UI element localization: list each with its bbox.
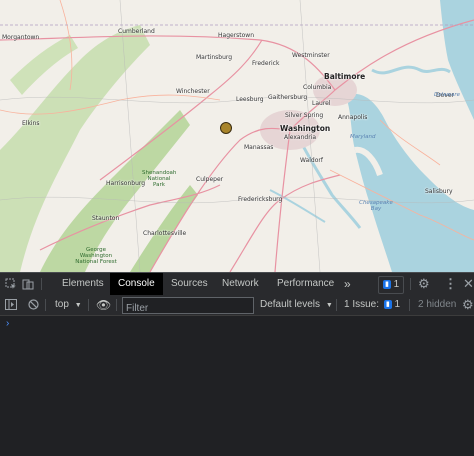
more-tabs-button[interactable]: » [344, 273, 351, 295]
issues-count: 1 [394, 299, 401, 310]
city-label: Cumberland [118, 28, 155, 35]
city-label: Leesburg [236, 96, 264, 103]
region-label: Delaware [434, 92, 461, 98]
close-icon[interactable]: ✕ [463, 273, 474, 295]
issues-counter[interactable]: ▮ 1 [378, 276, 405, 294]
city-label: Baltimore [324, 72, 366, 81]
city-label: Manassas [244, 144, 274, 151]
more-options-icon[interactable]: ⋮ [444, 273, 457, 295]
divider [409, 299, 410, 311]
divider [336, 299, 337, 311]
filter-box[interactable] [122, 297, 254, 316]
region-label: Maryland [350, 134, 376, 140]
map-view[interactable]: Morgantown Cumberland Hagerstown Martins… [0, 0, 474, 272]
issue-icon: ▮ [383, 299, 392, 309]
city-label: Washington [280, 124, 331, 133]
city-label: Elkins [22, 120, 40, 127]
divider [410, 278, 411, 290]
sidebar-toggle-icon[interactable] [5, 295, 17, 315]
park-label: Shenandoah National Park [142, 170, 177, 188]
divider [88, 299, 89, 311]
tab-sources[interactable]: Sources [171, 273, 208, 295]
console-prompt[interactable]: › [6, 318, 9, 329]
location-marker[interactable] [220, 122, 232, 134]
settings-gear-icon[interactable]: ⚙ [418, 273, 430, 295]
live-expression-eye-icon[interactable]: 👁 [96, 295, 111, 315]
context-value: top [55, 299, 69, 310]
devtools-panel: Elements Console Sources Network Perform… [0, 272, 474, 456]
issues-button[interactable]: 1 Issue: ▮ 1 [344, 295, 400, 315]
tab-performance[interactable]: Performance [277, 273, 334, 295]
clear-console-icon[interactable] [28, 295, 39, 315]
tab-console[interactable]: Console [110, 273, 163, 295]
divider [45, 299, 46, 311]
city-label: Columbia [303, 84, 332, 91]
city-label: Martinsburg [196, 54, 233, 61]
log-levels-dropdown[interactable]: Default levels ▼ [260, 295, 333, 315]
issues-label: 1 Issue: [344, 299, 380, 310]
city-label: Frederick [252, 60, 280, 67]
city-label: Annapolis [338, 114, 368, 121]
console-settings-gear-icon[interactable]: ⚙ [462, 295, 474, 315]
inspect-element-icon[interactable] [5, 273, 17, 295]
city-label: Gaithersburg [268, 94, 308, 101]
city-label: Staunton [92, 215, 120, 222]
city-label: Westminster [292, 52, 330, 59]
tab-network[interactable]: Network [222, 273, 259, 295]
log-levels-value: Default levels [260, 299, 321, 310]
city-label: Waldorf [300, 157, 323, 164]
city-label: Charlottesville [143, 230, 187, 237]
water-label: Chesapeake Bay [359, 200, 393, 212]
issue-icon: ▮ [383, 279, 391, 289]
city-label: Silver Spring [285, 112, 324, 119]
context-selector[interactable]: top ▼ [55, 295, 82, 315]
park-label: George Washington National Forest [75, 247, 117, 265]
devtools-tabbar: Elements Console Sources Network Perform… [0, 272, 474, 296]
tab-elements[interactable]: Elements [62, 273, 104, 295]
city-label: Salisbury [425, 188, 453, 195]
city-label: Alexandria [284, 134, 317, 141]
console-toolbar: top ▼ 👁 Default levels ▼ 1 Issue: ▮ 1 2 … [0, 295, 474, 316]
city-label: Laurel [312, 100, 331, 107]
chevron-down-icon: ▼ [325, 302, 333, 309]
city-label: Culpeper [196, 176, 224, 183]
city-label: Hagerstown [218, 32, 255, 39]
city-label: Morgantown [2, 34, 40, 41]
divider [41, 278, 42, 290]
chevron-down-icon: ▼ [74, 302, 82, 309]
hidden-count: 2 hidden [418, 299, 457, 310]
issues-count: 1 [393, 279, 400, 290]
city-label: Fredericksburg [238, 196, 283, 203]
filter-input[interactable] [123, 301, 253, 316]
city-label: Winchester [176, 88, 210, 95]
city-label: Harrisonburg [106, 180, 146, 187]
divider [116, 299, 117, 311]
device-toolbar-icon[interactable] [22, 273, 34, 295]
map-tiles [0, 0, 474, 272]
